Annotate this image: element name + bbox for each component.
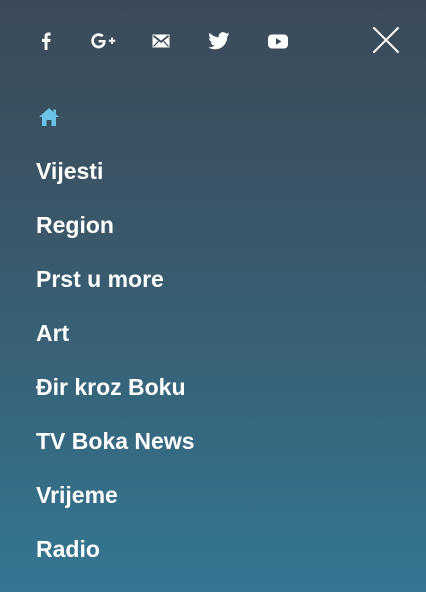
nav-item-art[interactable]: Art (36, 314, 195, 368)
nav-item-vijesti[interactable]: Vijesti (36, 152, 195, 206)
home-icon[interactable] (38, 107, 60, 127)
nav-item-tv-boka-news[interactable]: TV Boka News (36, 422, 195, 476)
nav-item-radio[interactable]: Radio (36, 530, 195, 584)
youtube-icon[interactable] (263, 26, 293, 56)
nav-item-dir-kroz-boku[interactable]: Đir kroz Boku (36, 368, 195, 422)
social-bar (0, 0, 426, 80)
nav-menu: Vijesti Region Prst u more Art Đir kroz … (36, 152, 195, 584)
close-icon[interactable] (370, 24, 402, 56)
nav-item-prst-u-more[interactable]: Prst u more (36, 260, 195, 314)
mail-icon[interactable] (146, 26, 176, 56)
google-plus-icon[interactable] (89, 26, 119, 56)
nav-item-region[interactable]: Region (36, 206, 195, 260)
navigation-drawer: Vijesti Region Prst u more Art Đir kroz … (0, 0, 426, 592)
facebook-icon[interactable] (31, 26, 61, 56)
nav-item-vrijeme[interactable]: Vrijeme (36, 476, 195, 530)
twitter-icon[interactable] (204, 26, 234, 56)
